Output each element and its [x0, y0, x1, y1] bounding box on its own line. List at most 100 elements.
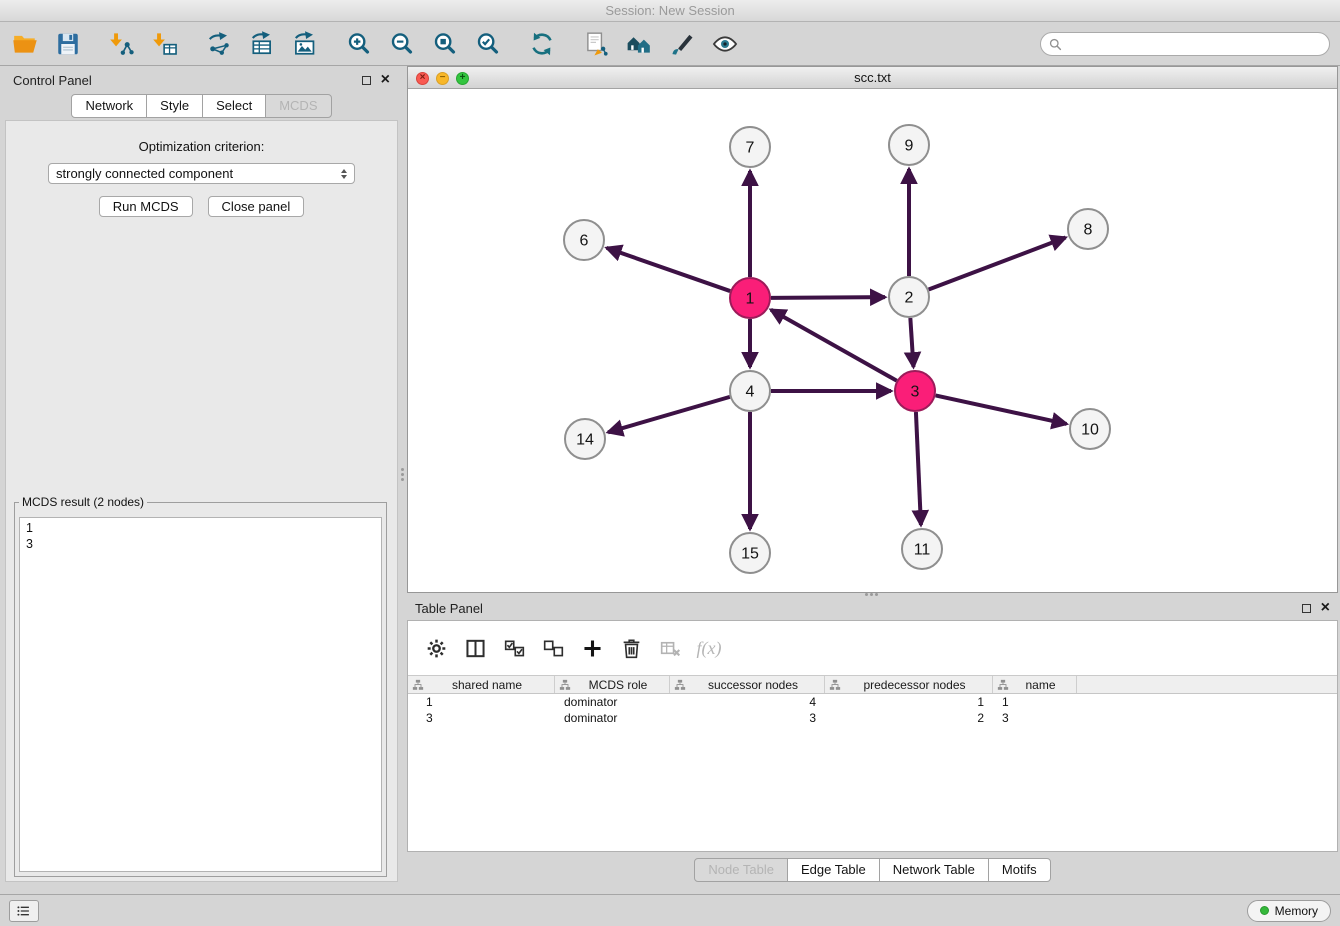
table-panel-title: Table Panel: [415, 601, 483, 616]
zoom-in-icon[interactable]: [344, 29, 374, 59]
tab-motifs[interactable]: Motifs: [988, 858, 1051, 882]
show-graphics-details-icon[interactable]: [710, 29, 740, 59]
zoom-selected-icon[interactable]: [473, 29, 503, 59]
column-header-shared-name[interactable]: shared name: [408, 676, 555, 693]
status-bar: Memory: [0, 894, 1340, 926]
table-body: 1dominator4113dominator323: [408, 694, 1337, 726]
tab-edge-table[interactable]: Edge Table: [787, 858, 880, 882]
mcds-result-box: MCDS result (2 nodes) 13: [14, 495, 387, 877]
float-window-icon[interactable]: [362, 76, 371, 85]
new-network-from-selection-icon[interactable]: [581, 29, 611, 59]
search-input[interactable]: [1067, 36, 1321, 52]
edge-3-11[interactable]: [916, 412, 921, 525]
mcds-panel: Optimization criterion: strongly connect…: [5, 120, 398, 882]
memory-button[interactable]: Memory: [1247, 900, 1331, 922]
network-window: × − + scc.txt 7 9 6 8 1 2 4 3 14 10 15 11: [407, 66, 1338, 593]
graph-node-14[interactable]: 14: [565, 419, 605, 459]
edge-4-14[interactable]: [608, 397, 730, 432]
delete-column-icon[interactable]: [618, 635, 644, 661]
edge-2-3[interactable]: [910, 318, 913, 367]
graph-node-7[interactable]: 7: [730, 127, 770, 167]
close-panel-button[interactable]: Close panel: [208, 196, 305, 217]
toolbar-group-0: [10, 29, 83, 59]
table-cell: 1: [825, 695, 993, 709]
table-cell: 4: [670, 695, 825, 709]
optimization-dropdown[interactable]: strongly connected component: [48, 163, 355, 184]
tab-select[interactable]: Select: [202, 94, 266, 118]
table-panel-tabs: Node TableEdge TableNetwork TableMotifs: [407, 858, 1338, 882]
sort-icon: [997, 679, 1009, 691]
toolbar-icon-groups: [10, 29, 740, 59]
table-cell: 2: [825, 711, 993, 725]
control-panel-header: Control Panel ×: [5, 68, 398, 92]
tab-mcds[interactable]: MCDS: [265, 94, 331, 118]
export-table-icon[interactable]: [247, 29, 277, 59]
edge-1-6[interactable]: [607, 248, 731, 291]
tab-node-table[interactable]: Node Table: [694, 858, 788, 882]
first-neighbors-icon[interactable]: [624, 29, 654, 59]
table-cell: dominator: [555, 695, 670, 709]
export-network-icon[interactable]: [204, 29, 234, 59]
graph-node-1[interactable]: 1: [730, 278, 770, 318]
optimization-criterion-label: Optimization criterion:: [6, 139, 397, 154]
svg-text:9: 9: [905, 138, 914, 155]
close-panel-icon[interactable]: ×: [381, 75, 390, 85]
vertical-splitter[interactable]: [398, 66, 407, 882]
tab-network[interactable]: Network: [71, 94, 147, 118]
column-header-label: successor nodes: [686, 678, 820, 692]
graph-node-9[interactable]: 9: [889, 125, 929, 165]
run-mcds-button[interactable]: Run MCDS: [99, 196, 193, 217]
task-history-button[interactable]: [9, 900, 39, 922]
titlebar: Session: New Session: [0, 0, 1340, 22]
graph-node-4[interactable]: 4: [730, 371, 770, 411]
graph-node-2[interactable]: 2: [889, 277, 929, 317]
svg-text:1: 1: [746, 291, 755, 308]
network-window-titlebar: × − + scc.txt: [408, 67, 1337, 89]
graph-node-15[interactable]: 15: [730, 533, 770, 573]
column-header-successor-nodes[interactable]: successor nodes: [670, 676, 825, 693]
export-image-icon[interactable]: [290, 29, 320, 59]
graph-node-10[interactable]: 10: [1070, 409, 1110, 449]
save-session-icon[interactable]: [53, 29, 83, 59]
graph-canvas[interactable]: 7 9 6 8 1 2 4 3 14 10 15 11: [408, 89, 1337, 592]
tab-network-table[interactable]: Network Table: [879, 858, 989, 882]
close-panel-icon[interactable]: ×: [1321, 603, 1330, 613]
import-table-icon[interactable]: [150, 29, 180, 59]
zoom-fit-icon[interactable]: [430, 29, 460, 59]
svg-text:14: 14: [576, 432, 594, 449]
window-minimize-icon[interactable]: −: [436, 72, 449, 85]
import-network-icon[interactable]: [107, 29, 137, 59]
window-title: Session: New Session: [605, 3, 734, 18]
open-file-icon[interactable]: [10, 29, 40, 59]
network-graph[interactable]: 7 9 6 8 1 2 4 3 14 10 15 11: [408, 89, 1337, 592]
window-zoom-icon[interactable]: +: [456, 72, 469, 85]
apply-style-icon[interactable]: [667, 29, 697, 59]
table-row[interactable]: 1dominator411: [408, 694, 1337, 710]
edge-1-2[interactable]: [771, 297, 885, 298]
edge-3-1[interactable]: [771, 310, 897, 381]
show-columns-icon[interactable]: [462, 635, 488, 661]
add-column-icon[interactable]: [579, 635, 605, 661]
column-header-predecessor-nodes[interactable]: predecessor nodes: [825, 676, 993, 693]
edge-2-8[interactable]: [929, 238, 1066, 290]
table-row[interactable]: 3dominator323: [408, 710, 1337, 726]
graph-node-3[interactable]: 3: [895, 371, 935, 411]
apply-layout-icon[interactable]: [527, 29, 557, 59]
toolbar-group-4: [527, 29, 557, 59]
graph-node-11[interactable]: 11: [902, 529, 942, 569]
column-header-mcds-role[interactable]: MCDS role: [555, 676, 670, 693]
deselect-all-icon[interactable]: [540, 635, 566, 661]
zoom-out-icon[interactable]: [387, 29, 417, 59]
column-header-name[interactable]: name: [993, 676, 1077, 693]
float-window-icon[interactable]: [1302, 604, 1311, 613]
window-close-icon[interactable]: ×: [416, 72, 429, 85]
graph-node-6[interactable]: 6: [564, 220, 604, 260]
search-box[interactable]: [1040, 32, 1330, 56]
settings-gear-icon[interactable]: [423, 635, 449, 661]
edge-3-10[interactable]: [936, 395, 1067, 423]
tab-style[interactable]: Style: [146, 94, 203, 118]
graph-node-8[interactable]: 8: [1068, 209, 1108, 249]
select-all-icon[interactable]: [501, 635, 527, 661]
table-cell: 1: [408, 695, 555, 709]
control-panel-tabs: NetworkStyleSelectMCDS: [5, 94, 398, 118]
